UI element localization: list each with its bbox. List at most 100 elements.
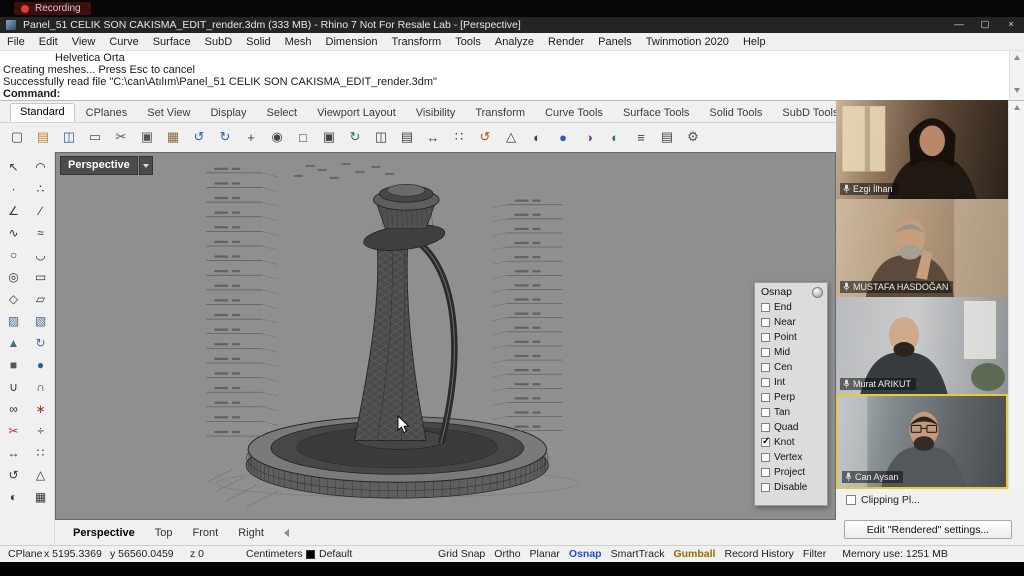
rectangle-icon[interactable]: ▭ (29, 266, 53, 287)
viewport-tab-top[interactable]: Top (145, 527, 183, 539)
plane-icon[interactable]: ▱ (29, 288, 53, 309)
osnap-checkbox-project[interactable] (761, 468, 770, 477)
edit-rendered-settings-button[interactable]: Edit "Rendered" settings... (844, 520, 1012, 539)
close-button[interactable]: × (998, 17, 1024, 33)
osnap-checkbox-point[interactable] (761, 333, 770, 342)
cut-icon[interactable]: ✂ (110, 126, 132, 148)
ellipse-icon[interactable]: ◎ (2, 266, 26, 287)
point-cloud-icon[interactable]: ∴ (29, 178, 53, 199)
osnap-option-mid[interactable]: Mid (755, 345, 827, 360)
osnap-option-quad[interactable]: Quad (755, 420, 827, 435)
video-tile-can-aysan[interactable]: Can Aysan (836, 394, 1008, 489)
lasso-select-icon[interactable]: ◠ (29, 156, 53, 177)
object-properties-icon[interactable]: ▤ (656, 126, 678, 148)
new-file-icon[interactable]: ▢ (6, 126, 28, 148)
rotate-icon[interactable]: ↺ (474, 126, 496, 148)
osnap-option-near[interactable]: Near (755, 315, 827, 330)
status-toggle-filter[interactable]: Filter (803, 548, 826, 560)
rotate-object-icon[interactable]: ↺ (2, 464, 26, 485)
status-toggle-grid-snap[interactable]: Grid Snap (438, 548, 485, 560)
trim-icon[interactable]: ✂ (2, 420, 26, 441)
paste-icon[interactable]: ▦ (162, 126, 184, 148)
viewport-layout-icon[interactable]: ◫ (370, 126, 392, 148)
mirror-icon[interactable]: ◐ (526, 126, 548, 148)
menu-item-analyze[interactable]: Analyze (488, 33, 541, 51)
redo-icon[interactable]: ↻ (214, 126, 236, 148)
revolve-icon[interactable]: ↻ (29, 332, 53, 353)
zoom-window-icon[interactable]: □ (292, 126, 314, 148)
menu-item-dimension[interactable]: Dimension (319, 33, 385, 51)
toolbar-tab-solid-tools[interactable]: Solid Tools (700, 105, 771, 122)
menu-item-view[interactable]: View (65, 33, 103, 51)
copy-icon[interactable]: ▣ (136, 126, 158, 148)
split-icon[interactable]: ÷ (29, 420, 53, 441)
render-icon[interactable]: ● (552, 126, 574, 148)
layer-indicator[interactable]: Default (306, 548, 438, 560)
save-icon[interactable]: ◫ (58, 126, 80, 148)
video-tile-ezgi-i-lhan[interactable]: Ezgi İlhan (836, 100, 1008, 199)
osnap-checkbox-int[interactable] (761, 378, 770, 387)
box-icon[interactable]: ■ (2, 354, 26, 375)
osnap-option-end[interactable]: End (755, 300, 827, 315)
menu-item-curve[interactable]: Curve (102, 33, 145, 51)
toolbar-tab-visibility[interactable]: Visibility (407, 105, 465, 122)
polyline-icon[interactable]: ∠ (2, 200, 26, 221)
menu-item-edit[interactable]: Edit (32, 33, 65, 51)
menu-item-file[interactable]: File (0, 33, 32, 51)
extrude-icon[interactable]: ▲ (2, 332, 26, 353)
panel-scroll-up-icon[interactable] (1014, 105, 1020, 110)
copy-object-icon[interactable]: ∷ (448, 126, 470, 148)
viewport-tab-front[interactable]: Front (183, 527, 229, 539)
status-toggle-ortho[interactable]: Ortho (494, 548, 520, 560)
select-arrow-icon[interactable]: ↖ (2, 156, 26, 177)
surface-loft-icon[interactable]: ▨ (2, 310, 26, 331)
toolbar-tab-viewport-layout[interactable]: Viewport Layout (308, 105, 405, 122)
scale-object-icon[interactable]: △ (29, 464, 53, 485)
status-toggle-planar[interactable]: Planar (530, 548, 560, 560)
osnap-checkbox-tan[interactable] (761, 408, 770, 417)
toolbar-tab-cplanes[interactable]: CPlanes (77, 105, 137, 122)
boolean-union-icon[interactable]: ∪ (2, 376, 26, 397)
shaded-viewport-icon[interactable]: ◐ (604, 126, 626, 148)
point-icon[interactable]: ∙ (2, 178, 26, 199)
boolean-difference-icon[interactable]: ∩ (29, 376, 53, 397)
layers-icon[interactable]: ≡ (630, 126, 652, 148)
menu-item-solid[interactable]: Solid (239, 33, 277, 51)
arc-icon[interactable]: ◡ (29, 244, 53, 265)
named-views-icon[interactable]: ▤ (396, 126, 418, 148)
menu-item-mesh[interactable]: Mesh (278, 33, 319, 51)
osnap-checkbox-cen[interactable] (761, 363, 770, 372)
right-scrollbar[interactable] (1008, 101, 1024, 545)
menu-item-transform[interactable]: Transform (385, 33, 449, 51)
maximize-button[interactable]: ▢ (972, 17, 998, 33)
mirror-object-icon[interactable]: ◐ (2, 486, 26, 507)
clipping-plane-checkbox[interactable] (846, 495, 856, 505)
menu-item-twinmotion-2020[interactable]: Twinmotion 2020 (639, 33, 736, 51)
osnap-panel-header[interactable]: Osnap (755, 283, 827, 300)
pan-view-icon[interactable]: + (240, 126, 262, 148)
osnap-option-int[interactable]: Int (755, 375, 827, 390)
polygon-icon[interactable]: ◇ (2, 288, 26, 309)
cplane-button[interactable]: CPlane (0, 548, 44, 560)
scroll-down-icon[interactable] (1014, 88, 1020, 93)
toolbar-tab-transform[interactable]: Transform (466, 105, 534, 122)
scale-icon[interactable]: △ (500, 126, 522, 148)
menu-item-tools[interactable]: Tools (448, 33, 488, 51)
copy-duplicate-icon[interactable]: ∷ (29, 442, 53, 463)
osnap-checkbox-near[interactable] (761, 318, 770, 327)
viewport-tab-right[interactable]: Right (228, 527, 274, 539)
status-toggle-gumball[interactable]: Gumball (673, 548, 715, 560)
osnap-panel-knob-icon[interactable] (812, 287, 823, 298)
join-icon[interactable]: ∞ (2, 398, 26, 419)
zoom-dynamic-icon[interactable]: ◉ (266, 126, 288, 148)
toolbar-tab-standard[interactable]: Standard (10, 103, 75, 122)
menu-item-render[interactable]: Render (541, 33, 591, 51)
render-preview-icon[interactable]: ◑ (578, 126, 600, 148)
sphere-icon[interactable]: ● (29, 354, 53, 375)
undo-icon[interactable]: ↺ (188, 126, 210, 148)
toolbar-tab-set-view[interactable]: Set View (138, 105, 199, 122)
status-toggle-smarttrack[interactable]: SmartTrack (611, 548, 665, 560)
osnap-option-tan[interactable]: Tan (755, 405, 827, 420)
viewport[interactable]: Perspective Osnap EndNearPointMidCenIntP… (55, 152, 836, 520)
explode-icon[interactable]: ∗ (29, 398, 53, 419)
